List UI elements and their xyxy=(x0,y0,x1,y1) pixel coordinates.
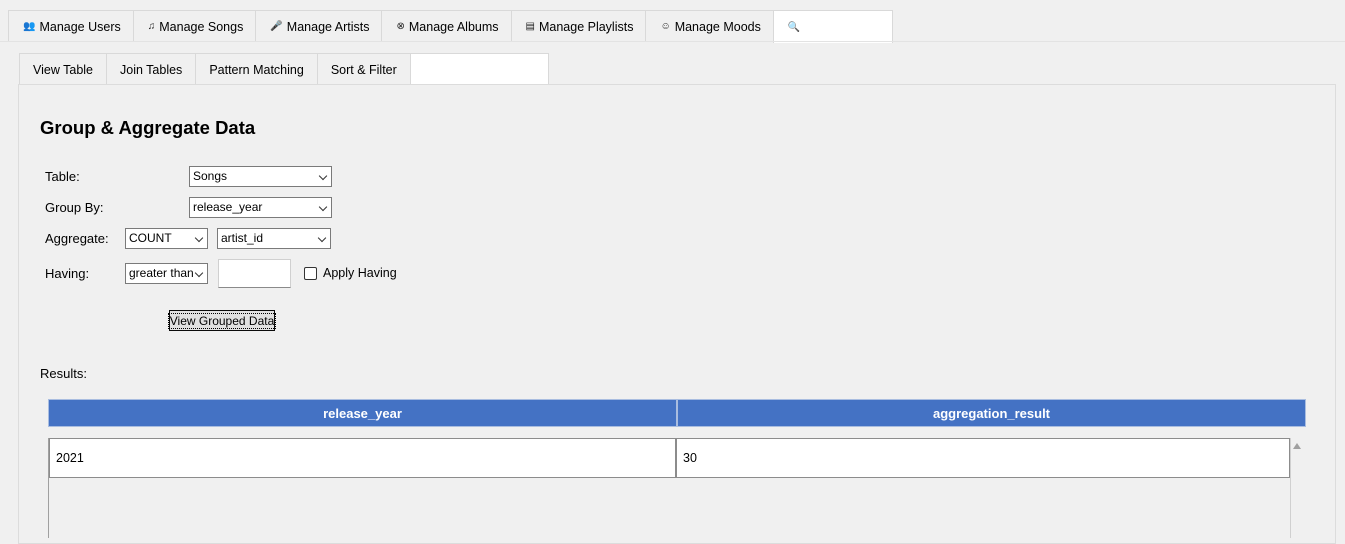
table-row[interactable]: 2021 30 xyxy=(49,438,1290,478)
groupby-select[interactable]: release_year xyxy=(189,197,332,218)
tab-manage-songs[interactable]: ♫ Manage Songs xyxy=(132,10,257,42)
tab-label: Manage Playlists xyxy=(538,19,634,34)
tab-pattern-matching[interactable]: Pattern Matching xyxy=(195,53,318,85)
tab-manage-users[interactable]: 👥 Manage Users xyxy=(8,10,134,42)
users-icon: 👥 xyxy=(23,21,36,32)
tab-join-tables[interactable]: Join Tables xyxy=(106,53,197,85)
view-grouped-data-button[interactable]: View Grouped Data xyxy=(167,310,277,331)
tab-manage-artists[interactable]: 🎤 Manage Artists xyxy=(255,10,383,42)
mood-icon: ☺ xyxy=(660,21,671,32)
checkbox-box[interactable] xyxy=(304,266,317,280)
tab-sort-filter[interactable]: Sort & Filter xyxy=(316,53,411,85)
aggregate-column-select[interactable]: artist_id xyxy=(217,228,331,249)
tab-label: Manage Songs xyxy=(159,19,244,34)
playlist-icon: ▤ xyxy=(525,21,535,32)
tab-label: Manage Users xyxy=(39,19,121,34)
album-icon: ⊗ xyxy=(396,21,405,32)
column-header[interactable]: release_year xyxy=(48,399,677,427)
page-title: Group & Aggregate Data xyxy=(40,117,256,138)
tab-label: Manage Moods xyxy=(674,19,761,34)
music-note-icon: ♫ xyxy=(147,21,156,32)
table-select[interactable]: Songs xyxy=(189,166,332,187)
tab-group-aggregate[interactable]: Group & Aggregate xyxy=(409,53,549,86)
tab-label: Data Analysis xyxy=(804,20,881,34)
tab-data-analysis[interactable]: 🔍 Data Analysis xyxy=(772,10,894,43)
results-table-body: 2021 30 xyxy=(48,438,1291,538)
tab-label: Manage Artists xyxy=(286,19,370,34)
table-cell[interactable]: 2021 xyxy=(49,438,676,478)
aggregate-function-select[interactable]: COUNT xyxy=(125,228,208,249)
having-label: Having: xyxy=(45,266,90,281)
microphone-icon: 🎤 xyxy=(270,21,283,32)
apply-having-label: Apply Having xyxy=(323,266,397,280)
button-label: View Grouped Data xyxy=(167,312,277,329)
results-label: Results: xyxy=(40,366,87,381)
tab-manage-albums[interactable]: ⊗ Manage Albums xyxy=(381,10,512,42)
main-tab-bar: 👥 Manage Users ♫ Manage Songs 🎤 Manage A… xyxy=(8,10,894,43)
scroll-up-arrow-icon[interactable] xyxy=(1293,443,1301,449)
groupby-select-value: release_year xyxy=(193,200,263,214)
column-header[interactable]: aggregation_result xyxy=(677,399,1306,427)
tab-manage-playlists[interactable]: ▤ Manage Playlists xyxy=(510,10,647,42)
tab-divider xyxy=(0,41,1345,42)
table-select-value: Songs xyxy=(193,169,228,183)
aggregate-column-value: artist_id xyxy=(221,231,264,245)
tab-manage-moods[interactable]: ☺ Manage Moods xyxy=(645,10,774,42)
results-table-header: release_year aggregation_result xyxy=(48,399,1306,427)
having-value-input[interactable] xyxy=(218,259,291,288)
search-icon: 🔍 xyxy=(787,21,801,33)
groupby-label: Group By: xyxy=(45,200,104,215)
tab-view-table[interactable]: View Table xyxy=(19,53,107,85)
table-label: Table: xyxy=(45,169,80,184)
aggregate-label: Aggregate: xyxy=(45,231,109,246)
having-operator-select[interactable]: greater than xyxy=(125,263,208,284)
table-cell[interactable]: 30 xyxy=(676,438,1290,478)
apply-having-checkbox[interactable]: Apply Having xyxy=(304,266,397,280)
tab-label: Manage Albums xyxy=(408,19,499,34)
analysis-tab-bar: View Table Join Tables Pattern Matching … xyxy=(19,53,549,86)
